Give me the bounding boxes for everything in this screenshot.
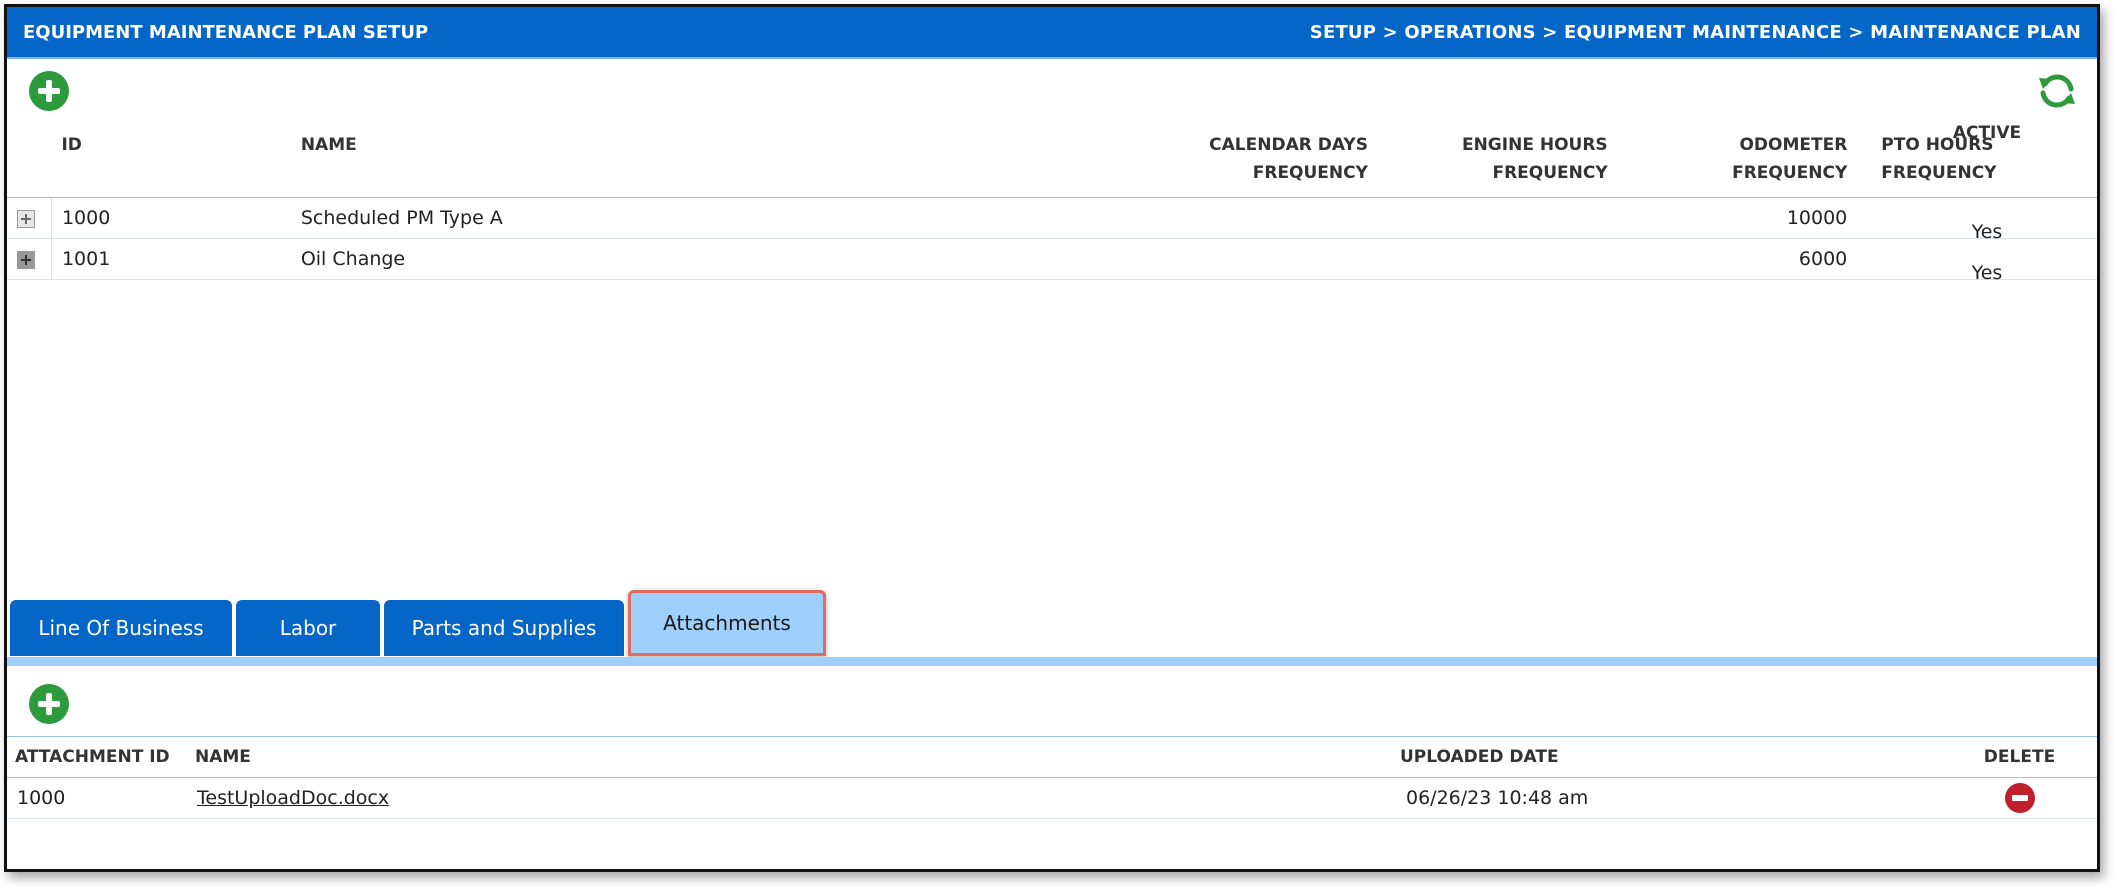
- maintenance-plan-table: ID NAME CALENDAR DAYS FREQUENCY ENGINE H…: [7, 119, 2097, 280]
- odometer-value: 10000: [1617, 197, 1858, 239]
- delete-icon[interactable]: [2004, 783, 2035, 813]
- expand-icon[interactable]: [17, 209, 35, 228]
- plans-toolbar: [7, 59, 2097, 119]
- plan-id: 1000: [51, 197, 291, 239]
- column-header-attachment-id[interactable]: ATTACHMENT ID: [7, 737, 187, 778]
- tab-line-of-business[interactable]: Line Of Business: [10, 600, 232, 656]
- add-plan-button[interactable]: [29, 71, 69, 111]
- attachment-file-link[interactable]: TestUploadDoc.docx: [197, 787, 389, 809]
- column-header-delete[interactable]: DELETE: [1942, 737, 2097, 778]
- engine-hours-frequency-label: ENGINE HOURS FREQUENCY: [1461, 135, 1608, 183]
- table-row[interactable]: 1000 TestUploadDoc.docx 06/26/23 10:48 a…: [7, 777, 2097, 819]
- calendar-days-value: [1008, 197, 1378, 239]
- column-header-id[interactable]: ID: [51, 119, 291, 198]
- tab-parts-and-supplies[interactable]: Parts and Supplies: [384, 600, 624, 656]
- breadcrumb[interactable]: SETUP > OPERATIONS > EQUIPMENT MAINTENAN…: [1310, 22, 2081, 43]
- column-spacer: [7, 119, 52, 198]
- column-header-calendar-days-frequency[interactable]: CALENDAR DAYS FREQUENCY: [1008, 119, 1378, 198]
- engine-hours-value: [1377, 197, 1618, 239]
- attachment-id: 1000: [7, 777, 187, 819]
- tab-underline: [7, 657, 2097, 666]
- maintenance-plan-window: EQUIPMENT MAINTENANCE PLAN SETUP SETUP >…: [4, 4, 2100, 872]
- expand-icon[interactable]: [17, 250, 35, 269]
- column-header-odometer-frequency[interactable]: ODOMETER FREQUENCY: [1617, 119, 1858, 198]
- attachments-toolbar: [7, 666, 2097, 737]
- expander-cell[interactable]: [7, 197, 52, 239]
- engine-hours-value: [1377, 238, 1618, 280]
- plan-name: Oil Change: [290, 238, 1009, 280]
- expander-cell[interactable]: [7, 238, 52, 280]
- column-header-uploaded-date[interactable]: UPLOADED DATE: [1392, 737, 1942, 778]
- tab-labor[interactable]: Labor: [236, 600, 380, 656]
- attachments-table: ATTACHMENT ID NAME UPLOADED DATE DELETE …: [7, 737, 2097, 819]
- column-header-attachment-name[interactable]: NAME: [187, 737, 1392, 778]
- plan-id: 1001: [51, 238, 291, 280]
- table-row[interactable]: 1001 Oil Change 6000: [7, 238, 2097, 280]
- table-row[interactable]: 1000 Scheduled PM Type A 10000: [7, 197, 2097, 239]
- column-header-name[interactable]: NAME: [290, 119, 1009, 198]
- page-title: EQUIPMENT MAINTENANCE PLAN SETUP: [23, 21, 429, 43]
- attachments-panel: ATTACHMENT ID NAME UPLOADED DATE DELETE …: [7, 666, 2097, 819]
- detail-tabs: Line Of Business Labor Parts and Supplie…: [10, 590, 826, 656]
- uploaded-date: 06/26/23 10:48 am: [1392, 777, 1942, 819]
- odometer-value: 6000: [1617, 238, 1858, 280]
- add-attachment-button[interactable]: [29, 684, 69, 724]
- refresh-icon[interactable]: [2035, 69, 2079, 113]
- calendar-days-value: [1008, 238, 1378, 280]
- column-header-engine-hours-frequency[interactable]: ENGINE HOURS FREQUENCY: [1377, 119, 1618, 198]
- calendar-days-frequency-label: CALENDAR DAYS FREQUENCY: [1209, 135, 1368, 183]
- plan-name: Scheduled PM Type A: [290, 197, 1009, 239]
- plan-active: Yes: [1971, 221, 2003, 243]
- plan-active: Yes: [1971, 262, 2003, 284]
- title-bar: EQUIPMENT MAINTENANCE PLAN SETUP SETUP >…: [7, 7, 2097, 59]
- tab-attachments[interactable]: Attachments: [628, 590, 826, 656]
- column-header-active[interactable]: ACTIVE: [1917, 119, 2057, 147]
